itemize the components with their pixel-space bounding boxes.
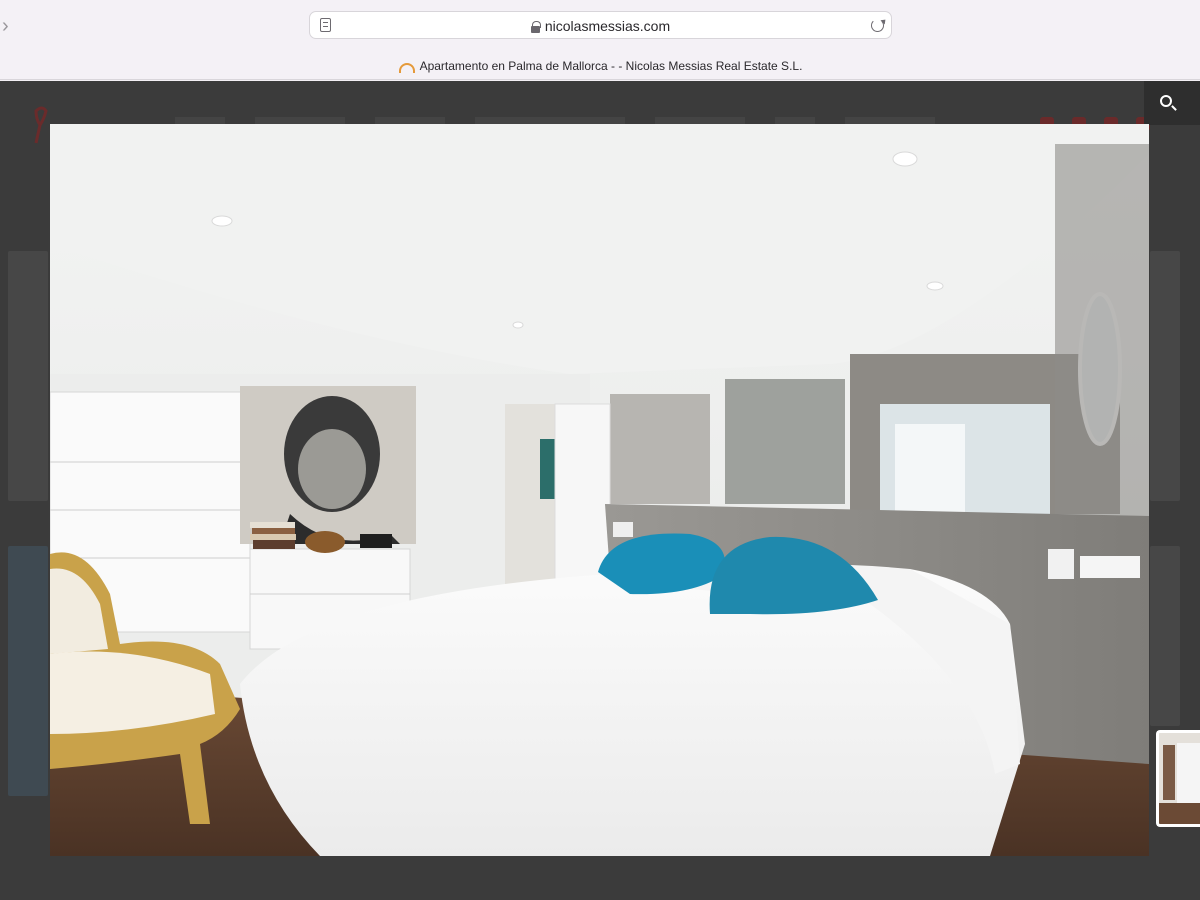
lock-icon <box>530 20 541 33</box>
background-card <box>8 251 48 501</box>
active-thumbnail[interactable] <box>1156 730 1200 827</box>
tab-title-bar[interactable]: Apartamento en Palma de Mallorca - - Nic… <box>0 56 1200 76</box>
lightbox-image[interactable] <box>50 124 1149 856</box>
search-button[interactable] <box>1144 81 1200 125</box>
url-display[interactable]: nicolasmessias.com <box>310 12 891 40</box>
background-card <box>1150 546 1180 726</box>
browser-toolbar: › nicolasmessias.com Apartamento en Palm… <box>0 0 1200 80</box>
chevron-right-icon[interactable]: › <box>2 14 16 38</box>
background-card <box>8 546 48 796</box>
site-favicon-icon <box>398 61 415 73</box>
reload-icon[interactable] <box>871 19 884 32</box>
search-icon <box>1160 95 1172 107</box>
tab-title: Apartamento en Palma de Mallorca - - Nic… <box>419 59 803 73</box>
address-bar[interactable]: nicolasmessias.com <box>309 11 892 39</box>
background-card <box>1150 251 1180 501</box>
url-text[interactable]: nicolasmessias.com <box>545 18 670 34</box>
